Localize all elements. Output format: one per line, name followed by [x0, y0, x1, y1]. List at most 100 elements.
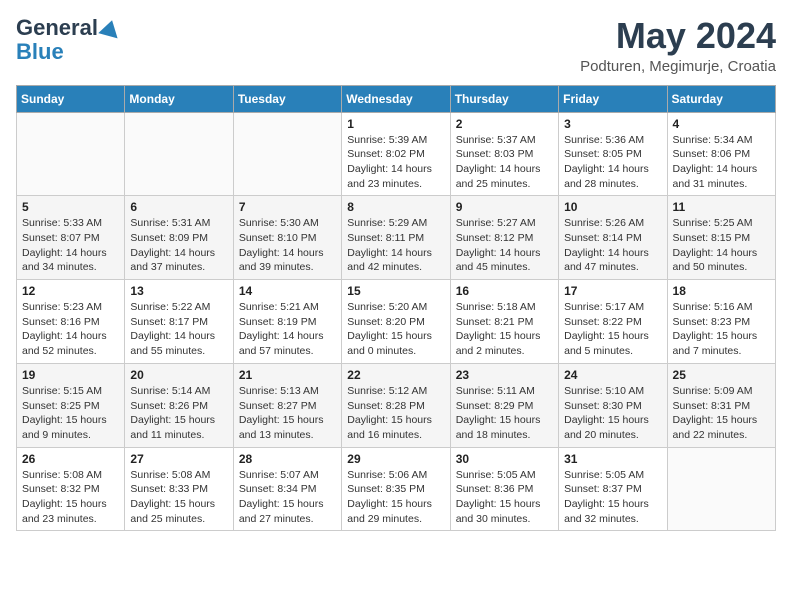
- day-number: 26: [22, 452, 119, 466]
- day-info: Sunrise: 5:17 AM Sunset: 8:22 PM Dayligh…: [564, 300, 661, 359]
- day-number: 17: [564, 284, 661, 298]
- calendar-cell: 5Sunrise: 5:33 AM Sunset: 8:07 PM Daylig…: [17, 196, 125, 280]
- day-info: Sunrise: 5:21 AM Sunset: 8:19 PM Dayligh…: [239, 300, 336, 359]
- calendar-cell: 13Sunrise: 5:22 AM Sunset: 8:17 PM Dayli…: [125, 280, 233, 364]
- day-info: Sunrise: 5:08 AM Sunset: 8:32 PM Dayligh…: [22, 468, 119, 527]
- calendar-week-row: 12 Sunrise: 5:23 AM Sunset: 8:16 PM Dayli…: [17, 280, 776, 364]
- day-number: 23: [456, 368, 553, 382]
- day-info: Sunrise: 5:14 AM Sunset: 8:26 PM Dayligh…: [130, 384, 227, 443]
- day-info: Sunrise: 5:20 AM Sunset: 8:20 PM Dayligh…: [347, 300, 444, 359]
- calendar-cell: 28 Sunrise: 5:07 AM Sunset: 8:34 PM Dayli…: [233, 447, 341, 531]
- day-info: Sunrise: 5:39 AM Sunset: 8:02 PM Dayligh…: [347, 133, 444, 192]
- calendar-table: SundayMondayTuesdayWednesdayThursdayFrid…: [16, 85, 776, 532]
- calendar-cell: 23Sunrise: 5:11 AM Sunset: 8:29 PM Dayli…: [450, 363, 558, 447]
- calendar-cell: 14 Sunrise: 5:21 AM Sunset: 8:19 PM Dayli…: [233, 280, 341, 364]
- calendar-cell: 1 Sunrise: 5:39 AM Sunset: 8:02 PM Daylig…: [342, 112, 450, 196]
- logo-blue-text: Blue: [16, 40, 64, 64]
- calendar-cell: [125, 112, 233, 196]
- day-of-week-header: Sunday: [17, 85, 125, 112]
- calendar-cell: 17 Sunrise: 5:17 AM Sunset: 8:22 PM Dayli…: [559, 280, 667, 364]
- calendar-cell: 8Sunrise: 5:29 AM Sunset: 8:11 PM Daylig…: [342, 196, 450, 280]
- calendar-cell: 24Sunrise: 5:10 AM Sunset: 8:30 PM Dayli…: [559, 363, 667, 447]
- day-info: Sunrise: 5:34 AM Sunset: 8:06 PM Dayligh…: [673, 133, 770, 192]
- calendar-cell: 21 Sunrise: 5:13 AM Sunset: 8:27 PM Dayli…: [233, 363, 341, 447]
- day-info: Sunrise: 5:36 AM Sunset: 8:05 PM Dayligh…: [564, 133, 661, 192]
- day-info: Sunrise: 5:10 AM Sunset: 8:30 PM Dayligh…: [564, 384, 661, 443]
- day-number: 18: [673, 284, 770, 298]
- day-number: 1: [347, 117, 444, 131]
- calendar-cell: 29 Sunrise: 5:06 AM Sunset: 8:35 PM Dayli…: [342, 447, 450, 531]
- day-number: 6: [130, 200, 227, 214]
- day-info: Sunrise: 5:07 AM Sunset: 8:34 PM Dayligh…: [239, 468, 336, 527]
- calendar-body: 1 Sunrise: 5:39 AM Sunset: 8:02 PM Daylig…: [17, 112, 776, 531]
- calendar-cell: 19 Sunrise: 5:15 AM Sunset: 8:25 PM Dayli…: [17, 363, 125, 447]
- calendar-week-row: 26 Sunrise: 5:08 AM Sunset: 8:32 PM Dayli…: [17, 447, 776, 531]
- calendar-cell: 4 Sunrise: 5:34 AM Sunset: 8:06 PM Daylig…: [667, 112, 775, 196]
- calendar-week-row: 5Sunrise: 5:33 AM Sunset: 8:07 PM Daylig…: [17, 196, 776, 280]
- day-info: Sunrise: 5:08 AM Sunset: 8:33 PM Dayligh…: [130, 468, 227, 527]
- calendar-cell: 20 Sunrise: 5:14 AM Sunset: 8:26 PM Dayli…: [125, 363, 233, 447]
- day-number: 3: [564, 117, 661, 131]
- logo-general-text: General: [16, 16, 98, 40]
- title-section: May 2024 Podturen, Megimurje, Croatia: [580, 16, 776, 75]
- calendar-cell: 27 Sunrise: 5:08 AM Sunset: 8:33 PM Dayli…: [125, 447, 233, 531]
- calendar-cell: 31Sunrise: 5:05 AM Sunset: 8:37 PM Dayli…: [559, 447, 667, 531]
- calendar-cell: 7 Sunrise: 5:30 AM Sunset: 8:10 PM Daylig…: [233, 196, 341, 280]
- day-number: 7: [239, 200, 336, 214]
- day-number: 22: [347, 368, 444, 382]
- day-of-week-header: Monday: [125, 85, 233, 112]
- calendar-cell: 9Sunrise: 5:27 AM Sunset: 8:12 PM Daylig…: [450, 196, 558, 280]
- day-of-week-header: Tuesday: [233, 85, 341, 112]
- calendar-cell: [17, 112, 125, 196]
- calendar-cell: 22 Sunrise: 5:12 AM Sunset: 8:28 PM Dayli…: [342, 363, 450, 447]
- day-info: Sunrise: 5:05 AM Sunset: 8:36 PM Dayligh…: [456, 468, 553, 527]
- day-info: Sunrise: 5:09 AM Sunset: 8:31 PM Dayligh…: [673, 384, 770, 443]
- calendar-cell: 15Sunrise: 5:20 AM Sunset: 8:20 PM Dayli…: [342, 280, 450, 364]
- day-info: Sunrise: 5:18 AM Sunset: 8:21 PM Dayligh…: [456, 300, 553, 359]
- day-of-week-header: Friday: [559, 85, 667, 112]
- location-title: Podturen, Megimurje, Croatia: [580, 58, 776, 75]
- day-number: 28: [239, 452, 336, 466]
- day-number: 31: [564, 452, 661, 466]
- calendar-cell: 30 Sunrise: 5:05 AM Sunset: 8:36 PM Dayli…: [450, 447, 558, 531]
- day-number: 25: [673, 368, 770, 382]
- day-number: 4: [673, 117, 770, 131]
- day-number: 29: [347, 452, 444, 466]
- day-info: Sunrise: 5:13 AM Sunset: 8:27 PM Dayligh…: [239, 384, 336, 443]
- day-info: Sunrise: 5:06 AM Sunset: 8:35 PM Dayligh…: [347, 468, 444, 527]
- calendar-cell: 6Sunrise: 5:31 AM Sunset: 8:09 PM Daylig…: [125, 196, 233, 280]
- day-info: Sunrise: 5:37 AM Sunset: 8:03 PM Dayligh…: [456, 133, 553, 192]
- day-info: Sunrise: 5:30 AM Sunset: 8:10 PM Dayligh…: [239, 216, 336, 275]
- calendar-week-row: 19 Sunrise: 5:15 AM Sunset: 8:25 PM Dayli…: [17, 363, 776, 447]
- day-number: 10: [564, 200, 661, 214]
- calendar-week-row: 1 Sunrise: 5:39 AM Sunset: 8:02 PM Daylig…: [17, 112, 776, 196]
- calendar-cell: 16 Sunrise: 5:18 AM Sunset: 8:21 PM Dayli…: [450, 280, 558, 364]
- header-row: SundayMondayTuesdayWednesdayThursdayFrid…: [17, 85, 776, 112]
- day-info: Sunrise: 5:15 AM Sunset: 8:25 PM Dayligh…: [22, 384, 119, 443]
- day-number: 30: [456, 452, 553, 466]
- calendar-cell: [233, 112, 341, 196]
- day-number: 16: [456, 284, 553, 298]
- day-number: 27: [130, 452, 227, 466]
- day-number: 11: [673, 200, 770, 214]
- day-info: Sunrise: 5:33 AM Sunset: 8:07 PM Dayligh…: [22, 216, 119, 275]
- day-number: 21: [239, 368, 336, 382]
- calendar-cell: 18Sunrise: 5:16 AM Sunset: 8:23 PM Dayli…: [667, 280, 775, 364]
- day-info: Sunrise: 5:27 AM Sunset: 8:12 PM Dayligh…: [456, 216, 553, 275]
- day-number: 12: [22, 284, 119, 298]
- day-number: 2: [456, 117, 553, 131]
- logo: General Blue: [16, 16, 120, 64]
- day-info: Sunrise: 5:26 AM Sunset: 8:14 PM Dayligh…: [564, 216, 661, 275]
- calendar-cell: 25 Sunrise: 5:09 AM Sunset: 8:31 PM Dayli…: [667, 363, 775, 447]
- calendar-header: SundayMondayTuesdayWednesdayThursdayFrid…: [17, 85, 776, 112]
- day-info: Sunrise: 5:29 AM Sunset: 8:11 PM Dayligh…: [347, 216, 444, 275]
- day-info: Sunrise: 5:12 AM Sunset: 8:28 PM Dayligh…: [347, 384, 444, 443]
- calendar-cell: 2 Sunrise: 5:37 AM Sunset: 8:03 PM Daylig…: [450, 112, 558, 196]
- day-info: Sunrise: 5:23 AM Sunset: 8:16 PM Dayligh…: [22, 300, 119, 359]
- calendar-cell: 11Sunrise: 5:25 AM Sunset: 8:15 PM Dayli…: [667, 196, 775, 280]
- page-header: General Blue May 2024 Podturen, Megimurj…: [16, 16, 776, 75]
- day-number: 20: [130, 368, 227, 382]
- day-number: 14: [239, 284, 336, 298]
- day-number: 19: [22, 368, 119, 382]
- calendar-cell: 3 Sunrise: 5:36 AM Sunset: 8:05 PM Daylig…: [559, 112, 667, 196]
